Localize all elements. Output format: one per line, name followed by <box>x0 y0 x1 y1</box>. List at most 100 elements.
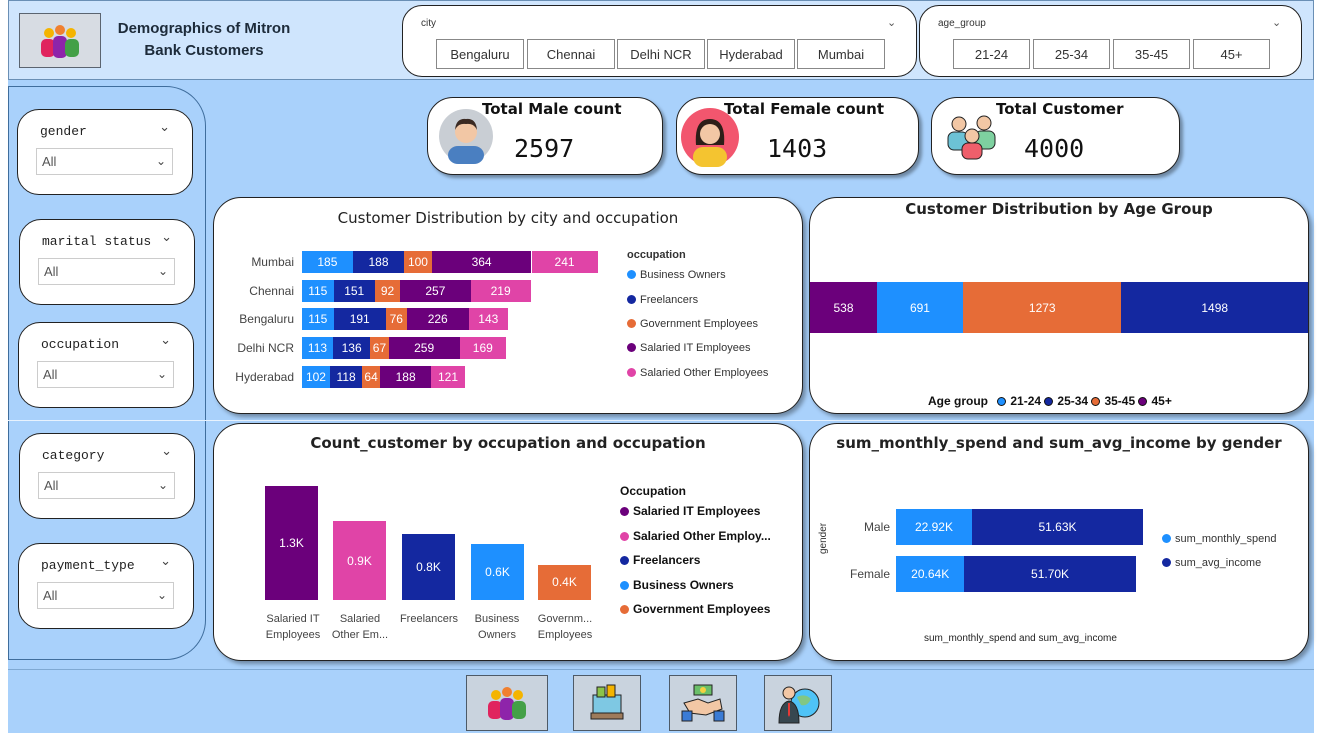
city-slicer-label: city <box>421 18 436 29</box>
chevron-down-icon[interactable]: ⌄ <box>158 473 168 498</box>
payment-type-slicer[interactable]: payment_type ⌄ All ⌄ <box>18 543 194 629</box>
legend-swatch <box>627 295 636 304</box>
nav-spending-button[interactable] <box>573 675 641 731</box>
x-tick-line: Freelancers <box>399 613 459 625</box>
kpi-value: 1403 <box>767 134 828 163</box>
marital-status-dropdown[interactable]: All ⌄ <box>38 258 175 285</box>
legend-swatch <box>627 270 636 279</box>
legend-label: sum_monthly_spend <box>1175 533 1277 545</box>
handshake-icon <box>681 684 725 722</box>
chart-title: Customer Distribution by city and occupa… <box>337 209 679 227</box>
legend-swatch <box>1091 397 1101 406</box>
occupation-dropdown[interactable]: All ⌄ <box>37 361 174 388</box>
legend-item: Business Owners <box>627 269 726 281</box>
x-tick-label: Governm... Employees <box>529 611 601 643</box>
nav-business-button[interactable] <box>764 675 832 731</box>
x-tick-line: Other Em... <box>331 629 389 641</box>
legend-swatch <box>1138 397 1148 406</box>
legend-label: Business Owners <box>640 269 726 281</box>
column-bar: 0.8K <box>402 534 455 600</box>
nav-demographics-button[interactable] <box>466 675 548 731</box>
city-occupation-chart: Customer Distribution by city and occupa… <box>213 197 803 414</box>
column-bar: 0.6K <box>471 544 524 600</box>
chevron-down-icon[interactable]: ⌄ <box>159 120 170 135</box>
chevron-down-icon[interactable]: ⌄ <box>158 259 168 284</box>
bar-segment: 188 <box>352 251 405 273</box>
kpi-female-count: Total Female count 1403 <box>676 97 919 175</box>
bar-segment: 102 <box>302 365 330 388</box>
age-group-slicer[interactable]: age_group ⌄ 21-24 25-34 35-45 45+ <box>919 5 1302 77</box>
bar-segment: 76 <box>385 308 407 331</box>
age-group-chart: Customer Distribution by Age Group 538 69… <box>809 197 1309 414</box>
kpi-value: 2597 <box>514 134 575 163</box>
legend-item: Business Owners <box>620 578 734 592</box>
legend-label: Salaried Other Employ... <box>633 529 771 543</box>
legend-swatch <box>620 507 629 516</box>
spending-icon <box>590 684 624 720</box>
city-option-hyderabad[interactable]: Hyderabad <box>707 39 795 69</box>
city-slicer[interactable]: city ⌄ Bengaluru Chennai Delhi NCR Hyder… <box>402 5 917 77</box>
x-tick-line: Salaried IT <box>266 613 320 625</box>
city-option-delhi-ncr[interactable]: Delhi NCR <box>617 39 705 69</box>
gender-dropdown[interactable]: All ⌄ <box>36 148 173 175</box>
dropdown-value: All <box>44 264 59 279</box>
demographics-icon <box>488 687 526 720</box>
age-option-21-24[interactable]: 21-24 <box>953 39 1030 69</box>
chevron-down-icon[interactable]: ⌄ <box>887 16 896 29</box>
bar-segment: 51.63K <box>971 509 1144 545</box>
bar-segment: 92 <box>374 279 401 302</box>
logo <box>19 13 101 68</box>
x-axis-label: sum_monthly_spend and sum_avg_income <box>924 633 1117 644</box>
dropdown-value: All <box>44 478 59 493</box>
age-option-45plus[interactable]: 45+ <box>1193 39 1270 69</box>
city-option-bengaluru[interactable]: Bengaluru <box>436 39 524 69</box>
category-slicer[interactable]: category ⌄ All ⌄ <box>19 433 195 519</box>
chevron-down-icon[interactable]: ⌄ <box>157 583 167 608</box>
chevron-down-icon[interactable]: ⌄ <box>156 149 166 174</box>
bar-segment: 64 <box>362 365 380 388</box>
payment-type-dropdown[interactable]: All ⌄ <box>37 582 174 609</box>
legend-title: Occupation <box>620 484 687 498</box>
chart-title: Count_customer by occupation and occupat… <box>310 434 706 452</box>
city-option-chennai[interactable]: Chennai <box>527 39 615 69</box>
y-tick-label: Mumbai <box>251 255 294 269</box>
occupation-slicer[interactable]: occupation ⌄ All ⌄ <box>18 322 194 408</box>
chevron-down-icon[interactable]: ⌄ <box>161 230 172 245</box>
bar-segment: 100 <box>404 251 432 273</box>
business-globe-icon <box>778 686 820 724</box>
bar-segment: 67 <box>370 337 389 360</box>
bar-segment: 1273 <box>963 282 1122 333</box>
chevron-down-icon[interactable]: ⌄ <box>157 362 167 387</box>
chevron-down-icon[interactable]: ⌄ <box>160 333 171 348</box>
chevron-down-icon[interactable]: ⌄ <box>1272 16 1281 29</box>
bar-segment: 151 <box>333 279 375 302</box>
chart-title: sum_monthly_spend and sum_avg_income by … <box>836 434 1282 452</box>
kpi-title: Total Male count <box>482 100 622 118</box>
age-option-35-45[interactable]: 35-45 <box>1113 39 1190 69</box>
legend-swatch <box>620 532 629 541</box>
age-legend: Age group 21-24 25-34 35-45 45+ <box>928 394 1172 408</box>
bar-segment: 143 <box>468 308 508 331</box>
gender-slicer[interactable]: gender ⌄ All ⌄ <box>17 109 193 195</box>
legend-item: Salaried IT Employees <box>627 342 750 354</box>
city-option-mumbai[interactable]: Mumbai <box>797 39 885 69</box>
y-tick-label: Chennai <box>249 283 294 298</box>
title-line-2: Bank Customers <box>144 42 264 59</box>
nav-payments-button[interactable] <box>669 675 737 731</box>
age-option-25-34[interactable]: 25-34 <box>1033 39 1110 69</box>
age-slicer-label: age_group <box>938 18 986 29</box>
category-dropdown[interactable]: All ⌄ <box>38 472 175 499</box>
column-bar: 1.3K <box>265 485 318 600</box>
legend-label: Salaried Other Employees <box>640 367 769 379</box>
legend-title: occupation <box>627 249 686 261</box>
page-title: Demographics of Mitron Bank Customers <box>104 18 304 62</box>
slicer-label: gender <box>40 124 87 139</box>
kpi-male-count: Total Male count 2597 <box>427 97 663 175</box>
legend-item: Government Employees <box>620 602 770 616</box>
x-tick-label: Freelancers <box>393 611 465 627</box>
legend-item: Freelancers <box>627 294 698 306</box>
legend-swatch <box>620 605 629 614</box>
chevron-down-icon[interactable]: ⌄ <box>161 444 172 459</box>
marital-status-slicer[interactable]: marital status ⌄ All ⌄ <box>19 219 195 305</box>
chevron-down-icon[interactable]: ⌄ <box>160 554 171 569</box>
